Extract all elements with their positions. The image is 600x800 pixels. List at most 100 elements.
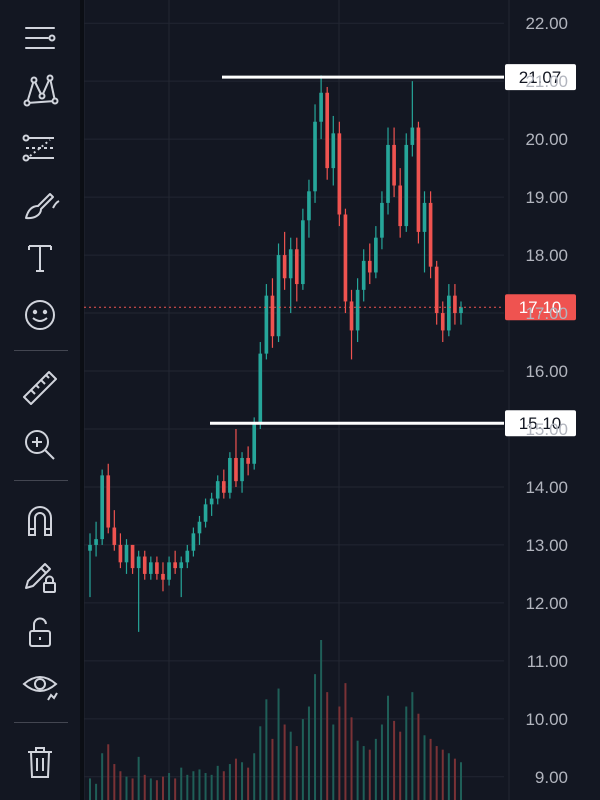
candle-body bbox=[240, 457, 244, 482]
volume-bar bbox=[344, 683, 347, 800]
candle-body bbox=[228, 457, 232, 493]
lock-drawing-icon[interactable] bbox=[16, 552, 64, 600]
volume-bar bbox=[265, 699, 268, 800]
volume-bar bbox=[228, 764, 231, 800]
candle-body bbox=[422, 202, 427, 232]
volume-bar bbox=[387, 695, 390, 800]
volume-bar bbox=[168, 773, 171, 800]
toolbar-divider bbox=[14, 350, 68, 351]
volume-bar bbox=[447, 753, 450, 800]
volume-bar bbox=[204, 773, 207, 800]
volume-bar bbox=[155, 780, 158, 800]
volume-bar bbox=[113, 764, 116, 800]
price-tick-label: 15.00 bbox=[525, 420, 568, 439]
price-tick-label: 11.00 bbox=[527, 652, 568, 671]
volume-bar bbox=[89, 778, 91, 800]
candle-body bbox=[161, 573, 165, 580]
candle-body bbox=[167, 562, 171, 580]
price-tick-label: 17.00 bbox=[525, 304, 568, 323]
volume-bar bbox=[307, 706, 310, 800]
candle-body bbox=[106, 475, 111, 528]
crosshair-lines-icon[interactable] bbox=[16, 14, 64, 62]
candle-body bbox=[307, 191, 311, 221]
volume-bar bbox=[295, 746, 298, 800]
volume-bar bbox=[429, 738, 432, 800]
volume-bar bbox=[374, 738, 377, 800]
candle-body bbox=[453, 295, 457, 314]
candle-body bbox=[155, 562, 159, 574]
volume-bar bbox=[95, 783, 98, 800]
volume-bar bbox=[192, 771, 195, 800]
candle-body bbox=[447, 295, 451, 331]
volume-bar bbox=[356, 740, 359, 800]
price-tick-label: 21.00 bbox=[525, 72, 568, 91]
volume-bar bbox=[210, 774, 213, 800]
price-tick-label: 13.00 bbox=[525, 536, 568, 555]
horizontal-lines: 17.1021.0715.10 bbox=[84, 64, 576, 437]
drawing-toolbar bbox=[0, 0, 80, 800]
volume-bar bbox=[362, 746, 365, 800]
eye-icon[interactable] bbox=[16, 660, 64, 708]
volume-bar bbox=[417, 713, 420, 800]
volume-bar bbox=[460, 762, 462, 800]
candle-body bbox=[252, 423, 257, 464]
candle-body bbox=[197, 521, 202, 534]
candle-body bbox=[428, 202, 433, 267]
price-tick-label: 22.00 bbox=[525, 14, 568, 33]
candle-body bbox=[215, 481, 220, 499]
brush-icon[interactable] bbox=[16, 180, 64, 228]
candle-body bbox=[203, 504, 208, 522]
toolbar-divider bbox=[14, 722, 68, 723]
volume-bar bbox=[368, 749, 371, 800]
candle-body bbox=[148, 562, 153, 574]
candle-body bbox=[270, 295, 275, 337]
zoom-in-icon[interactable] bbox=[16, 420, 64, 468]
volume-bar bbox=[180, 767, 183, 800]
candle-body bbox=[124, 544, 129, 563]
trash-icon[interactable] bbox=[16, 738, 64, 786]
volume-bar bbox=[289, 731, 292, 800]
volume-bar bbox=[125, 776, 128, 800]
text-tool-icon[interactable] bbox=[16, 234, 64, 282]
ruler-icon[interactable] bbox=[16, 364, 64, 412]
candle-body bbox=[331, 133, 336, 169]
volume-bar bbox=[320, 640, 323, 800]
candle-body bbox=[386, 144, 390, 203]
candle-body bbox=[246, 457, 250, 464]
candle-body bbox=[459, 307, 463, 314]
candle-body bbox=[136, 556, 141, 569]
price-tick-label: 14.00 bbox=[525, 478, 568, 497]
volume-bar bbox=[143, 774, 146, 800]
candle-body bbox=[118, 544, 123, 563]
volume-bar bbox=[277, 688, 280, 800]
chart-grid bbox=[84, 0, 510, 800]
candle-body bbox=[100, 475, 104, 540]
emoji-icon[interactable] bbox=[16, 290, 64, 338]
candle-body bbox=[191, 533, 196, 551]
volume-bar bbox=[332, 724, 335, 800]
pattern-tool-icon[interactable] bbox=[16, 66, 64, 114]
volume-bar bbox=[119, 771, 122, 800]
volume-bar bbox=[216, 765, 219, 800]
price-tick-label: 19.00 bbox=[525, 188, 568, 207]
candle-body bbox=[337, 133, 342, 215]
candle-body bbox=[179, 562, 184, 569]
price-axis: 22.00 21.00 20.00 19.00 18.00 17.00 16.00 15.00… bbox=[525, 14, 568, 787]
magnet-icon[interactable] bbox=[16, 496, 64, 544]
volume-bar bbox=[186, 774, 189, 800]
candle-body bbox=[343, 214, 348, 302]
unlock-icon[interactable] bbox=[16, 608, 64, 656]
volume-bar bbox=[241, 762, 244, 800]
candle-body bbox=[367, 260, 372, 273]
candle-body bbox=[440, 313, 445, 331]
candle-body bbox=[288, 249, 293, 279]
candle-body bbox=[264, 295, 269, 354]
toolbar-divider bbox=[14, 480, 68, 481]
volume-bar bbox=[161, 776, 164, 800]
candle-body bbox=[319, 92, 323, 122]
candle-body bbox=[142, 556, 147, 574]
fib-tool-icon[interactable] bbox=[16, 124, 64, 172]
volume-bar bbox=[314, 674, 317, 800]
candle-body bbox=[361, 260, 366, 290]
price-chart[interactable]: 17.1021.0715.10 22.00 21.00 20.00 19.00 18.0… bbox=[84, 0, 600, 800]
